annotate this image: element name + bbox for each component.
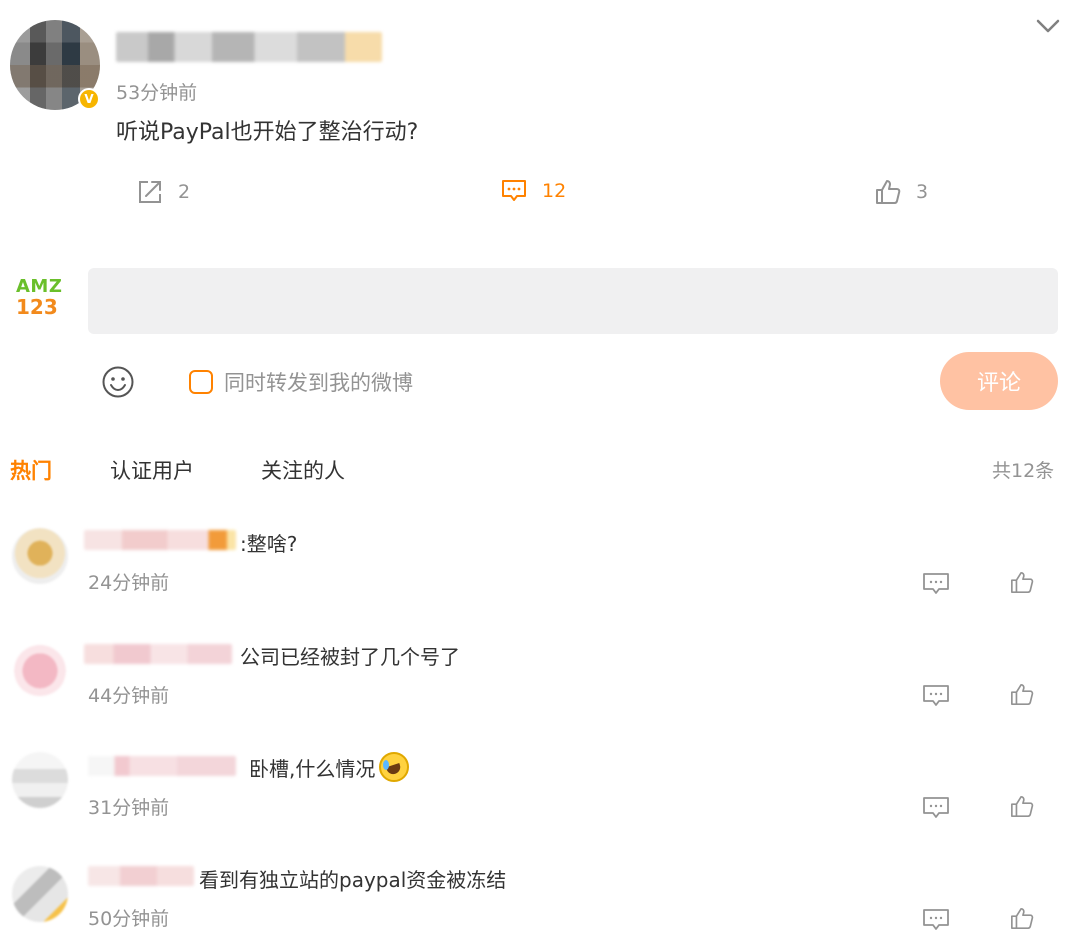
repost-checkbox-label[interactable]: 同时转发到我的微博 (224, 367, 413, 397)
post-time: 53分钟前 (116, 82, 198, 104)
comment-text: 卧槽,什么情况 (249, 756, 376, 781)
repost-button[interactable]: 2 (136, 178, 190, 206)
comment-time: 44分钟前 (88, 685, 170, 707)
avatar[interactable] (12, 528, 68, 584)
comment-time: 24分钟前 (88, 572, 170, 594)
comment-author-redacted[interactable] (84, 530, 236, 550)
repost-checkbox[interactable] (189, 370, 213, 394)
comment-icon (502, 180, 526, 201)
chevron-down-icon[interactable] (1034, 14, 1062, 38)
logo-text-line2: 123 (16, 295, 58, 319)
comment-text: 公司已经被封了几个号了 (240, 645, 460, 669)
thumbs-up-icon[interactable] (1008, 794, 1036, 818)
comment-button[interactable]: 12 (500, 178, 566, 204)
comment-icon[interactable] (922, 796, 950, 820)
comment-input[interactable] (88, 268, 1058, 334)
comment-author-redacted[interactable] (88, 866, 194, 886)
share-icon (139, 181, 161, 203)
thumbs-up-icon (876, 180, 901, 204)
comment-text: :整啥? (240, 532, 298, 556)
tab-verified-users[interactable]: 认证用户 (110, 455, 194, 485)
smiley-icon[interactable] (101, 365, 135, 399)
comment-total: 共12条 (992, 460, 1055, 482)
tab-hot[interactable]: 热门 (10, 455, 52, 485)
comment-text: 看到有独立站的paypal资金被冻结 (199, 868, 507, 892)
tab-following[interactable]: 关注的人 (261, 455, 345, 485)
comment-icon[interactable] (922, 684, 950, 708)
thumbs-up-icon[interactable] (1008, 570, 1036, 594)
comment-icon[interactable] (922, 572, 950, 596)
comment-author-redacted[interactable] (84, 644, 232, 664)
repost-count: 2 (178, 181, 191, 203)
submit-comment-button[interactable]: 评论 (940, 352, 1058, 410)
comment-text-row: 卧槽,什么情况 (249, 752, 410, 782)
like-button[interactable]: 3 (874, 178, 928, 206)
comment-time: 50分钟前 (88, 908, 170, 930)
post-text: 听说PayPal也开始了整治行动? (116, 120, 419, 145)
comment-author-redacted[interactable] (88, 756, 236, 776)
comment-time: 31分钟前 (88, 797, 170, 819)
comment-icon[interactable] (922, 908, 950, 932)
avatar[interactable] (12, 866, 68, 922)
laugh-cry-emoji-icon (379, 752, 410, 782)
user-logo: AMZ 123 (16, 276, 68, 319)
logo-text-line1: AMZ (16, 276, 63, 297)
thumbs-up-icon[interactable] (1008, 682, 1036, 706)
avatar[interactable] (12, 752, 68, 808)
verified-badge-icon: V (78, 88, 100, 110)
avatar[interactable] (12, 640, 68, 696)
comment-count: 12 (542, 180, 567, 202)
thumbs-up-icon[interactable] (1008, 906, 1036, 930)
like-count: 3 (916, 181, 929, 203)
post-author-name-redacted[interactable] (116, 32, 382, 62)
